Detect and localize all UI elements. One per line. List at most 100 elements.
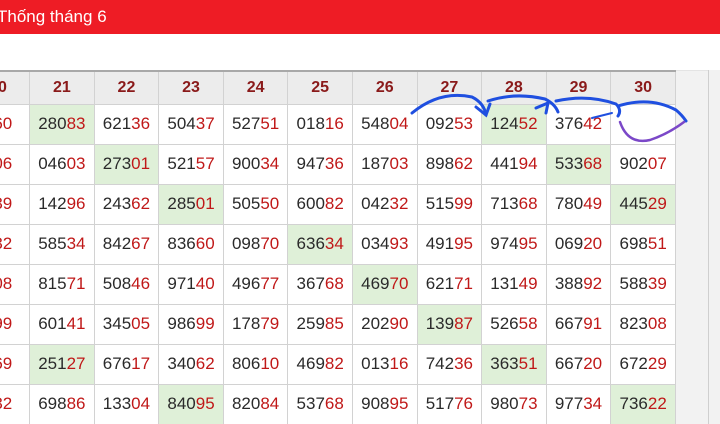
last-two-digits: 96: [66, 194, 86, 213]
last-two-digits: 83: [66, 114, 86, 133]
last-two-digits: 68: [324, 274, 344, 293]
last-two-digits: 68: [518, 194, 538, 213]
result-cell: 84267: [93, 223, 160, 265]
last-two-digits: 67: [131, 234, 151, 253]
result-cell: 06920: [545, 223, 612, 265]
result-cell: [610, 103, 676, 145]
result-cell: 28501: [158, 183, 224, 225]
last-two-digits: 46: [131, 274, 151, 293]
last-two-digits: 52: [518, 114, 538, 133]
last-two-digits: 29: [647, 194, 667, 213]
result-cell: 13304: [93, 383, 160, 424]
day-header-cell: 26: [351, 70, 418, 105]
last-two-digits: 60: [195, 234, 215, 253]
last-two-digits: 68: [583, 154, 603, 173]
result-cell: 24362: [93, 183, 160, 225]
last-two-digits: 37: [195, 114, 215, 133]
table-row: 9692512767617340628061046982013167423636…: [0, 343, 676, 385]
result-cell: 20290: [351, 303, 418, 345]
last-two-digits: 32: [0, 234, 13, 253]
subheader-bar: [0, 34, 720, 71]
day-header-cell: 30: [610, 70, 676, 105]
last-two-digits: 50: [260, 194, 280, 213]
result-cell: 66720: [545, 343, 612, 385]
result-cell: 46982: [287, 343, 353, 385]
last-two-digits: 51: [260, 114, 280, 133]
result-cell: 01316: [351, 343, 418, 385]
result-cell: 89862: [416, 143, 483, 185]
day-header-cell: 25: [287, 70, 353, 105]
result-cell: 66791: [545, 303, 612, 345]
page-title: Thống tháng 6: [0, 7, 107, 26]
table-row: 2325853484267836600987063634034934919597…: [0, 223, 676, 265]
result-cell: 84095: [158, 383, 224, 424]
day-header-cell: 21: [29, 70, 95, 105]
last-two-digits: 68: [324, 394, 344, 413]
result-cell: 94736: [287, 143, 353, 185]
result-cell: 969: [0, 343, 31, 385]
last-two-digits: 82: [324, 354, 344, 373]
last-two-digits: 40: [195, 274, 215, 293]
last-two-digits: 16: [389, 354, 409, 373]
day-header-cell: 28: [481, 70, 547, 105]
result-cell: 82308: [610, 303, 676, 345]
table-row: 7996014134505986991787925985202901398752…: [0, 303, 676, 345]
result-cell: 52658: [481, 303, 547, 345]
result-cell: 60141: [29, 303, 95, 345]
result-cell: 12452: [481, 103, 547, 145]
last-two-digits: 07: [647, 154, 667, 173]
scroll-rail[interactable]: [708, 70, 720, 424]
result-cell: 799: [0, 303, 31, 345]
last-two-digits: 04: [131, 394, 151, 413]
result-cell: 58534: [29, 223, 95, 265]
last-two-digits: 84: [260, 394, 280, 413]
result-cell: 74236: [416, 343, 483, 385]
result-cell: 36351: [481, 343, 547, 385]
result-cell: 50437: [158, 103, 224, 145]
result-cell: 62171: [416, 263, 483, 305]
day-header-cell: 24: [222, 70, 289, 105]
last-two-digits: 34: [583, 394, 603, 413]
result-cell: 36768: [287, 263, 353, 305]
last-two-digits: 73: [518, 394, 538, 413]
result-cell: 25985: [287, 303, 353, 345]
last-two-digits: 08: [647, 314, 667, 333]
result-cell: 46970: [351, 263, 418, 305]
last-two-digits: 34: [324, 234, 344, 253]
last-two-digits: 99: [454, 194, 473, 213]
day-header-cell: 29: [545, 70, 612, 105]
table-row: 1326988613304840958208453768908955177698…: [0, 383, 676, 424]
result-cell: 97140: [158, 263, 224, 305]
last-two-digits: 85: [324, 314, 344, 333]
result-cell: 906: [0, 143, 31, 185]
result-cell: 97495: [481, 223, 547, 265]
table-row: 3088157150846971404967736768469706217113…: [0, 263, 676, 305]
result-cell: 13149: [481, 263, 547, 305]
result-cell: 90034: [222, 143, 289, 185]
last-two-digits: 03: [389, 154, 409, 173]
last-two-digits: 95: [195, 394, 215, 413]
last-two-digits: 01: [131, 154, 151, 173]
last-two-digits: 95: [454, 234, 473, 253]
result-cell: 04232: [351, 183, 418, 225]
last-two-digits: 36: [131, 114, 151, 133]
last-two-digits: 17: [131, 354, 151, 373]
last-two-digits: 49: [518, 274, 538, 293]
last-two-digits: 03: [66, 154, 86, 173]
last-two-digits: 34: [260, 154, 280, 173]
last-two-digits: 86: [66, 394, 86, 413]
result-cell: 98699: [158, 303, 224, 345]
result-cell: 25127: [29, 343, 95, 385]
result-cell: 09253: [416, 103, 483, 145]
table-row: 3602808362136504375275101816548040925312…: [0, 103, 676, 145]
result-cell: 98073: [481, 383, 547, 424]
last-two-digits: 70: [260, 234, 280, 253]
result-cell: 17879: [222, 303, 289, 345]
table-row: 4391429624362285015055060082042325159971…: [0, 183, 676, 225]
result-cell: 439: [0, 183, 31, 225]
result-cell: 308: [0, 263, 31, 305]
results-table-body: 2021222324252627282930360280836213650437…: [0, 70, 676, 424]
result-cell: 14296: [29, 183, 95, 225]
last-two-digits: 58: [518, 314, 538, 333]
last-two-digits: 70: [389, 274, 409, 293]
